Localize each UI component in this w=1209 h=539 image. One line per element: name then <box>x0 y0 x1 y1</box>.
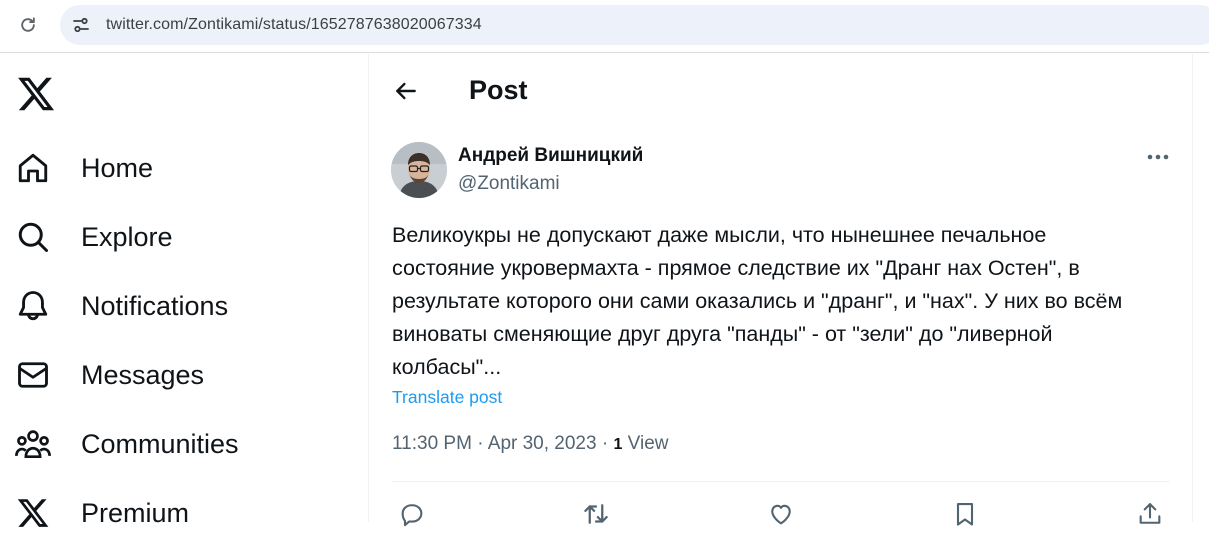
post-meta: 11:30 PM · Apr 30, 2023 · 1 View <box>392 433 669 455</box>
post-text: Великоукры не допускают даже мысли, что … <box>392 223 1123 379</box>
share-icon[interactable] <box>1134 498 1166 530</box>
sidebar-item-label: Home <box>81 152 154 183</box>
people-icon <box>14 425 52 463</box>
url-text[interactable]: twitter.com/Zontikami/status/16527876380… <box>106 16 482 34</box>
post-date[interactable]: Apr 30, 2023 <box>488 433 597 454</box>
views-label: View <box>622 433 669 454</box>
sidebar-item-premium[interactable]: Premium <box>14 487 314 539</box>
bell-icon <box>14 287 52 325</box>
address-bar[interactable]: twitter.com/Zontikami/status/16527876380… <box>60 5 1209 45</box>
more-options-icon[interactable] <box>1143 146 1173 168</box>
x-logo-icon[interactable] <box>16 74 56 114</box>
avatar[interactable] <box>391 142 447 198</box>
site-info-icon[interactable] <box>70 14 92 36</box>
divider <box>392 481 1170 482</box>
sidebar-item-notifications[interactable]: Notifications <box>14 280 314 332</box>
page-title: Post <box>469 75 528 105</box>
translate-post-link[interactable]: Translate post <box>392 387 502 408</box>
x-logo-icon <box>14 494 52 532</box>
sidebar-item-explore[interactable]: Explore <box>14 211 314 263</box>
repost-icon[interactable] <box>580 498 612 530</box>
meta-separator: · <box>596 433 614 454</box>
sidebar: Home Explore Notifications Messages Comm… <box>0 54 368 528</box>
sidebar-item-label: Messages <box>81 359 205 390</box>
post-time[interactable]: 11:30 PM <box>392 433 472 454</box>
sidebar-item-home[interactable]: Home <box>14 142 314 194</box>
meta-separator: · <box>471 433 488 454</box>
post-column: Post Андрей Вишницкий @Zontikami Великоу… <box>368 54 1193 527</box>
sidebar-item-label: Premium <box>81 497 190 528</box>
author-handle[interactable]: @Zontikami <box>458 173 560 195</box>
like-heart-icon[interactable] <box>765 498 797 530</box>
search-icon <box>14 218 52 256</box>
back-arrow-icon[interactable] <box>389 74 423 108</box>
bookmark-icon[interactable] <box>949 498 981 530</box>
reload-icon[interactable] <box>16 13 40 37</box>
browser-toolbar: twitter.com/Zontikami/status/16527876380… <box>0 0 1209 53</box>
reply-icon[interactable] <box>396 498 428 530</box>
sidebar-item-messages[interactable]: Messages <box>14 349 314 401</box>
home-icon <box>14 149 52 187</box>
sidebar-item-label: Explore <box>81 221 173 252</box>
sidebar-item-label: Notifications <box>81 290 229 321</box>
envelope-icon <box>14 356 52 394</box>
author-name[interactable]: Андрей Вишницкий <box>458 145 643 167</box>
sidebar-item-label: Communities <box>81 428 239 459</box>
sidebar-item-communities[interactable]: Communities <box>14 418 314 470</box>
